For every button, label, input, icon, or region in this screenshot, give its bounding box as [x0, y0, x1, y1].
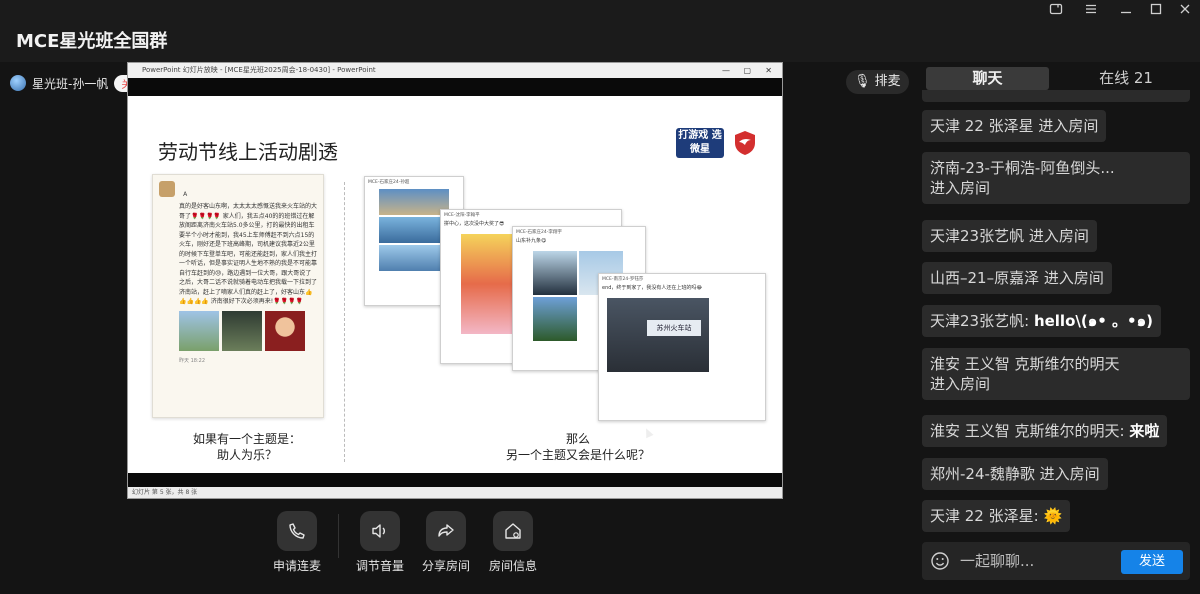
note-time: 昨天 18:22	[179, 357, 205, 364]
note-avatar	[159, 181, 175, 197]
title-bar: MCE星光班全国群	[0, 0, 1200, 62]
ppt-top-margin	[128, 78, 782, 96]
right-caption-line-1: 那么	[565, 432, 590, 446]
message-sender: 天津23张艺帆:	[930, 312, 1030, 330]
note-text: 真的是好客山东啊，太太太太感慨送我来火车站的大哥了🌹🌹🌹🌹 家人们，我五点40的…	[179, 203, 318, 305]
moments-note-card: A 真的是好客山东啊，太太太太感慨送我来火车站的大哥了🌹🌹🌹🌹 家人们，我五点4…	[152, 174, 324, 418]
shot-photo	[379, 189, 449, 215]
emoji-icon[interactable]	[930, 551, 950, 571]
slide: 劳动节线上活动剧透 打游戏 选微星 A 真的是好客山东啊，太太太太感慨送我来火车…	[128, 96, 782, 471]
note-photo	[265, 310, 305, 351]
ppt-bottom-margin	[128, 473, 782, 487]
shot-photo	[461, 234, 513, 334]
message-content: 来啦	[1129, 422, 1160, 440]
message-content: hello\(๑• 。•๑)	[1033, 312, 1154, 330]
slide-divider	[344, 182, 345, 462]
chat-input[interactable]	[960, 550, 1110, 572]
minimize-icon[interactable]	[1116, 2, 1136, 22]
shot-head: MCE-石家庄24-孙超	[368, 180, 410, 185]
room-info-button[interactable]: 房间信息	[473, 511, 553, 574]
chat-message: 山西–21–原嘉泽 进入房间	[922, 262, 1112, 294]
volume-icon	[360, 511, 400, 551]
ppt-status-bar: 幻灯片 第 5 张，共 8 张	[128, 487, 782, 498]
mic-queue-icon: 🎙	[854, 74, 871, 89]
chat-message: 郑州-24-魏静歌 进入房间	[922, 458, 1108, 490]
right-caption: 那么 另一个主题又会是什么呢？	[458, 431, 698, 463]
shot-head: MCE-石家庄24-李翔宇	[516, 230, 562, 235]
left-caption-line-1: 如果有一个主题是：	[192, 432, 301, 446]
shot-photo	[379, 245, 449, 271]
room-info-icon	[493, 511, 533, 551]
chat-message: 天津23张艺帆 进入房间	[922, 220, 1097, 252]
ppt-maximize-icon[interactable]: ▢	[743, 63, 751, 78]
note-author: A	[183, 191, 188, 198]
maximize-icon[interactable]	[1146, 2, 1166, 22]
shot-photo	[379, 217, 449, 243]
chat-message: 淮安 王义智 克斯维尔的明天: 来啦	[922, 415, 1168, 447]
ppt-window-title: PowerPoint 幻灯片放映 - [MCE星光班2025周会-18-0430…	[142, 66, 376, 74]
room-info-label: 房间信息	[488, 559, 537, 573]
chat-message: 济南-23-于桐浩-阿鱼倒头... 进入房间	[922, 152, 1190, 204]
apply-mic-button[interactable]: 申请连麦	[257, 511, 337, 574]
shot-photo	[533, 251, 577, 295]
shot-text: 山东补九条😋	[516, 238, 547, 244]
queue-mic-button[interactable]: 🎙 排麦	[846, 70, 909, 94]
close-icon[interactable]	[1175, 2, 1195, 22]
chat-message: 天津23张艺帆: hello\(๑• 。•๑)	[922, 305, 1162, 337]
screenshot-card: MCE-南京24-罗钰莎 end，终于到家了，我没有人还在上班的吗😂 苏州火车站	[598, 273, 766, 421]
screen-icon[interactable]	[1046, 2, 1066, 22]
shot-photo	[533, 297, 577, 341]
share-icon	[426, 511, 466, 551]
station-sign: 苏州火车站	[647, 320, 701, 336]
message-sender: 淮安 王义智 克斯维尔的明天:	[930, 422, 1125, 440]
apply-mic-label: 申请连麦	[272, 559, 321, 573]
tab-online[interactable]: 在线 21	[1064, 67, 1188, 90]
note-photos	[159, 310, 317, 351]
shot-head: MCE-沈阳-李翰平	[444, 213, 480, 218]
ppt-close-icon[interactable]: ✕	[765, 63, 772, 78]
host-name: 星光班-孙一帆	[32, 76, 109, 91]
chat-message: 天津 22 张泽星 进入房间	[922, 110, 1107, 142]
slide-title: 劳动节线上活动剧透	[158, 140, 338, 164]
note-photo	[179, 310, 219, 351]
message-sender: 天津 22 张泽星:	[930, 507, 1039, 525]
station-photo: 苏州火车站	[607, 298, 709, 372]
controls-divider	[338, 514, 339, 558]
powerpoint-window: PowerPoint 幻灯片放映 - [MCE星光班2025周会-18-0430…	[127, 62, 783, 499]
chat-message: 淮安 王义智 克斯维尔的明天 进入房间	[922, 348, 1190, 400]
shield-logo-icon	[735, 131, 755, 155]
left-caption: 如果有一个主题是： 助人为乐？	[152, 431, 342, 463]
ppt-title-bar: PowerPoint 幻灯片放映 - [MCE星光班2025周会-18-0430…	[128, 63, 782, 78]
right-caption-line-2: 另一个主题又会是什么呢？	[505, 448, 650, 462]
message-content: 🌞	[1043, 507, 1063, 525]
send-button[interactable]: 发送	[1121, 550, 1183, 574]
chat-message: 天津 22 张泽星: 🌞	[922, 500, 1071, 532]
phone-icon	[277, 511, 317, 551]
shot-text: end，终于到家了，我没有人还在上班的吗😂	[602, 285, 703, 291]
brand-logo: 打游戏 选微星	[676, 128, 724, 158]
shot-head: MCE-南京24-罗钰莎	[602, 277, 644, 282]
ppt-minimize-icon[interactable]: —	[722, 63, 730, 78]
chat-message-partial	[922, 90, 1190, 102]
host-avatar[interactable]	[10, 75, 26, 91]
app-title: MCE星光班全国群	[16, 31, 168, 52]
note-photo	[222, 310, 262, 351]
tab-chat[interactable]: 聊天	[926, 67, 1049, 90]
left-caption-line-2: 助人为乐？	[216, 448, 277, 462]
queue-label: 排麦	[874, 74, 901, 89]
menu-icon[interactable]	[1081, 2, 1101, 22]
